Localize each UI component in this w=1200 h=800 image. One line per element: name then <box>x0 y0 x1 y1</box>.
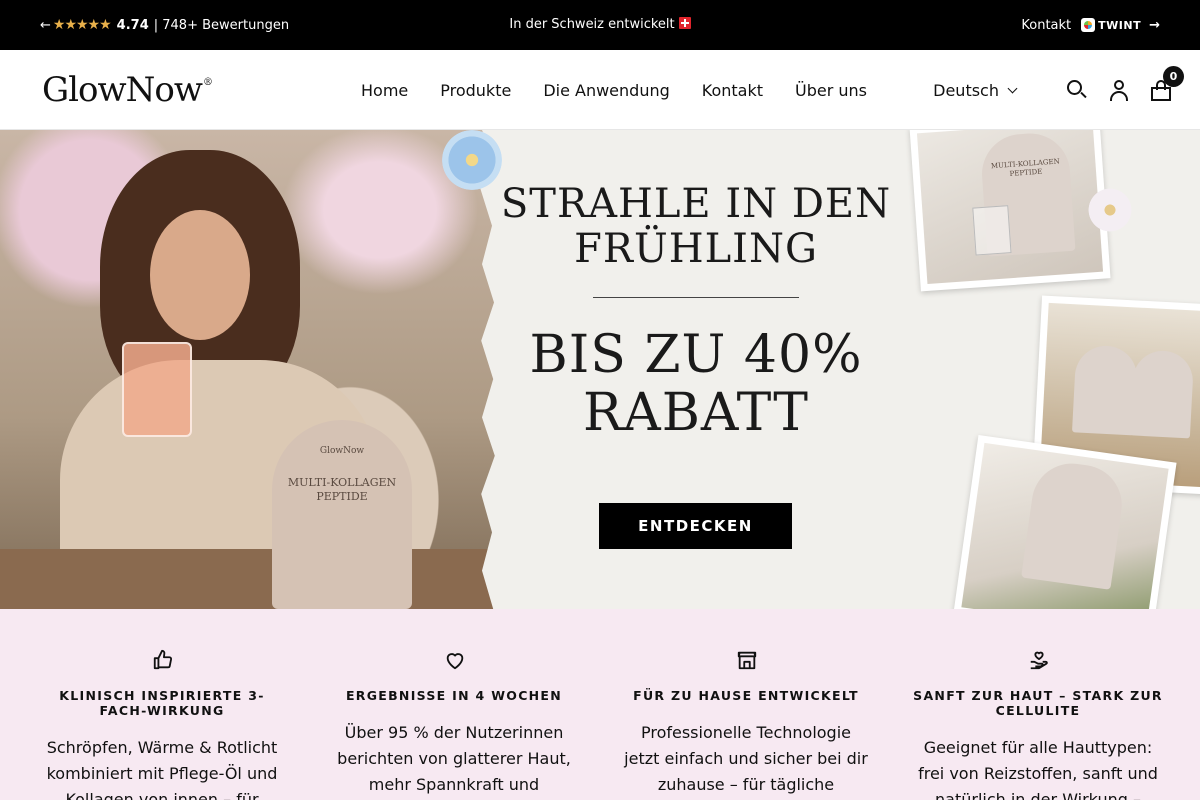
collage-photo-pouch-spoon: MULTI-KOLLAGEN PEPTIDE <box>909 130 1111 292</box>
store-icon <box>737 651 757 670</box>
usp-title: Ergebnisse in 4 Wochen <box>345 688 563 703</box>
hand-heart-icon <box>1030 651 1048 670</box>
contact-link[interactable]: Kontakt <box>1021 18 1071 33</box>
main-navigation: Home Produkte Die Anwendung Kontakt Über… <box>361 50 867 130</box>
language-label: Deutsch <box>933 80 999 100</box>
collage-photo-pouch-garden <box>953 434 1177 609</box>
heart-icon <box>446 653 464 670</box>
hero-headline: STRAHLE IN DEN FRÜHLING <box>500 181 892 272</box>
white-blossom-icon <box>1085 185 1135 235</box>
swiss-flag-icon <box>678 17 691 29</box>
rating-stars-icon: ★★★★★ <box>52 17 112 33</box>
nav-home[interactable]: Home <box>361 81 408 100</box>
review-count: | 748+ Bewertungen <box>153 17 290 33</box>
nav-produkte[interactable]: Produkte <box>440 81 511 100</box>
product-pouch-image: GlowNow MULTI-KOLLAGEN PEPTIDE <box>272 420 412 609</box>
nav-ueber-uns[interactable]: Über uns <box>795 81 867 100</box>
made-in-switzerland-text: In der Schweiz entwickelt <box>509 17 691 32</box>
usp-title: Sanft zur Haut – stark zur Cellulite <box>913 688 1163 718</box>
account-icon[interactable] <box>1108 79 1130 101</box>
brand-logo[interactable]: GlowNow® <box>42 70 213 110</box>
cart-count-badge: 0 <box>1163 66 1184 87</box>
nav-kontakt[interactable]: Kontakt <box>702 81 763 100</box>
hero-offer: BIS ZU 40% RABATT <box>529 325 863 443</box>
search-icon[interactable] <box>1066 79 1088 101</box>
chevron-down-icon <box>1007 83 1018 93</box>
language-selector[interactable]: Deutsch <box>933 80 1018 100</box>
usp-text: Geeignet für alle Hauttypen: frei von Re… <box>918 738 1158 800</box>
cart-icon[interactable]: 0 <box>1150 66 1184 101</box>
usp-section: Klinisch inspirierte 3-Fach-Wirkung Schr… <box>0 609 1200 800</box>
usp-text: Professionelle Technologie jetzt einfach… <box>624 723 868 794</box>
nav-die-anwendung[interactable]: Die Anwendung <box>543 81 669 100</box>
twint-label: TWINT <box>1098 18 1142 32</box>
usp-text: Schröpfen, Wärme & Rotlicht kombiniert m… <box>46 738 278 800</box>
twint-badge: TWINT <box>1081 18 1141 32</box>
drink-glass-image <box>122 342 192 437</box>
rating-value: 4.74 <box>116 17 149 33</box>
twint-logo-icon <box>1081 18 1096 32</box>
usp-text: Über 95 % der Nutzerinnen berichten von … <box>337 723 571 794</box>
discover-button[interactable]: ENTDECKEN <box>599 503 792 549</box>
thumbs-up-icon <box>153 649 173 670</box>
hero-photo-woman-with-drink: GlowNow MULTI-KOLLAGEN PEPTIDE <box>0 130 500 609</box>
back-arrow-icon[interactable]: ← <box>40 18 51 33</box>
forward-arrow-icon[interactable]: → <box>1149 18 1160 33</box>
usp-title: Klinisch inspirierte 3-Fach-Wirkung <box>59 688 265 718</box>
hero-divider <box>593 297 799 298</box>
site-header: GlowNow® Home Produkte Die Anwendung Kon… <box>0 50 1200 130</box>
blue-flower-icon <box>442 130 502 190</box>
announcement-bar: ← ★★★★★ 4.74 | 748+ Bewertungen In der S… <box>0 0 1200 50</box>
hero-banner[interactable]: GlowNow MULTI-KOLLAGEN PEPTIDE STRAHLE I… <box>0 130 1200 609</box>
usp-title: Für zu Hause entwickelt <box>633 688 859 703</box>
product-photo-collage: MULTI-KOLLAGEN PEPTIDE <box>905 130 1200 609</box>
reviews-summary[interactable]: ← ★★★★★ 4.74 | 748+ Bewertungen <box>40 0 289 50</box>
